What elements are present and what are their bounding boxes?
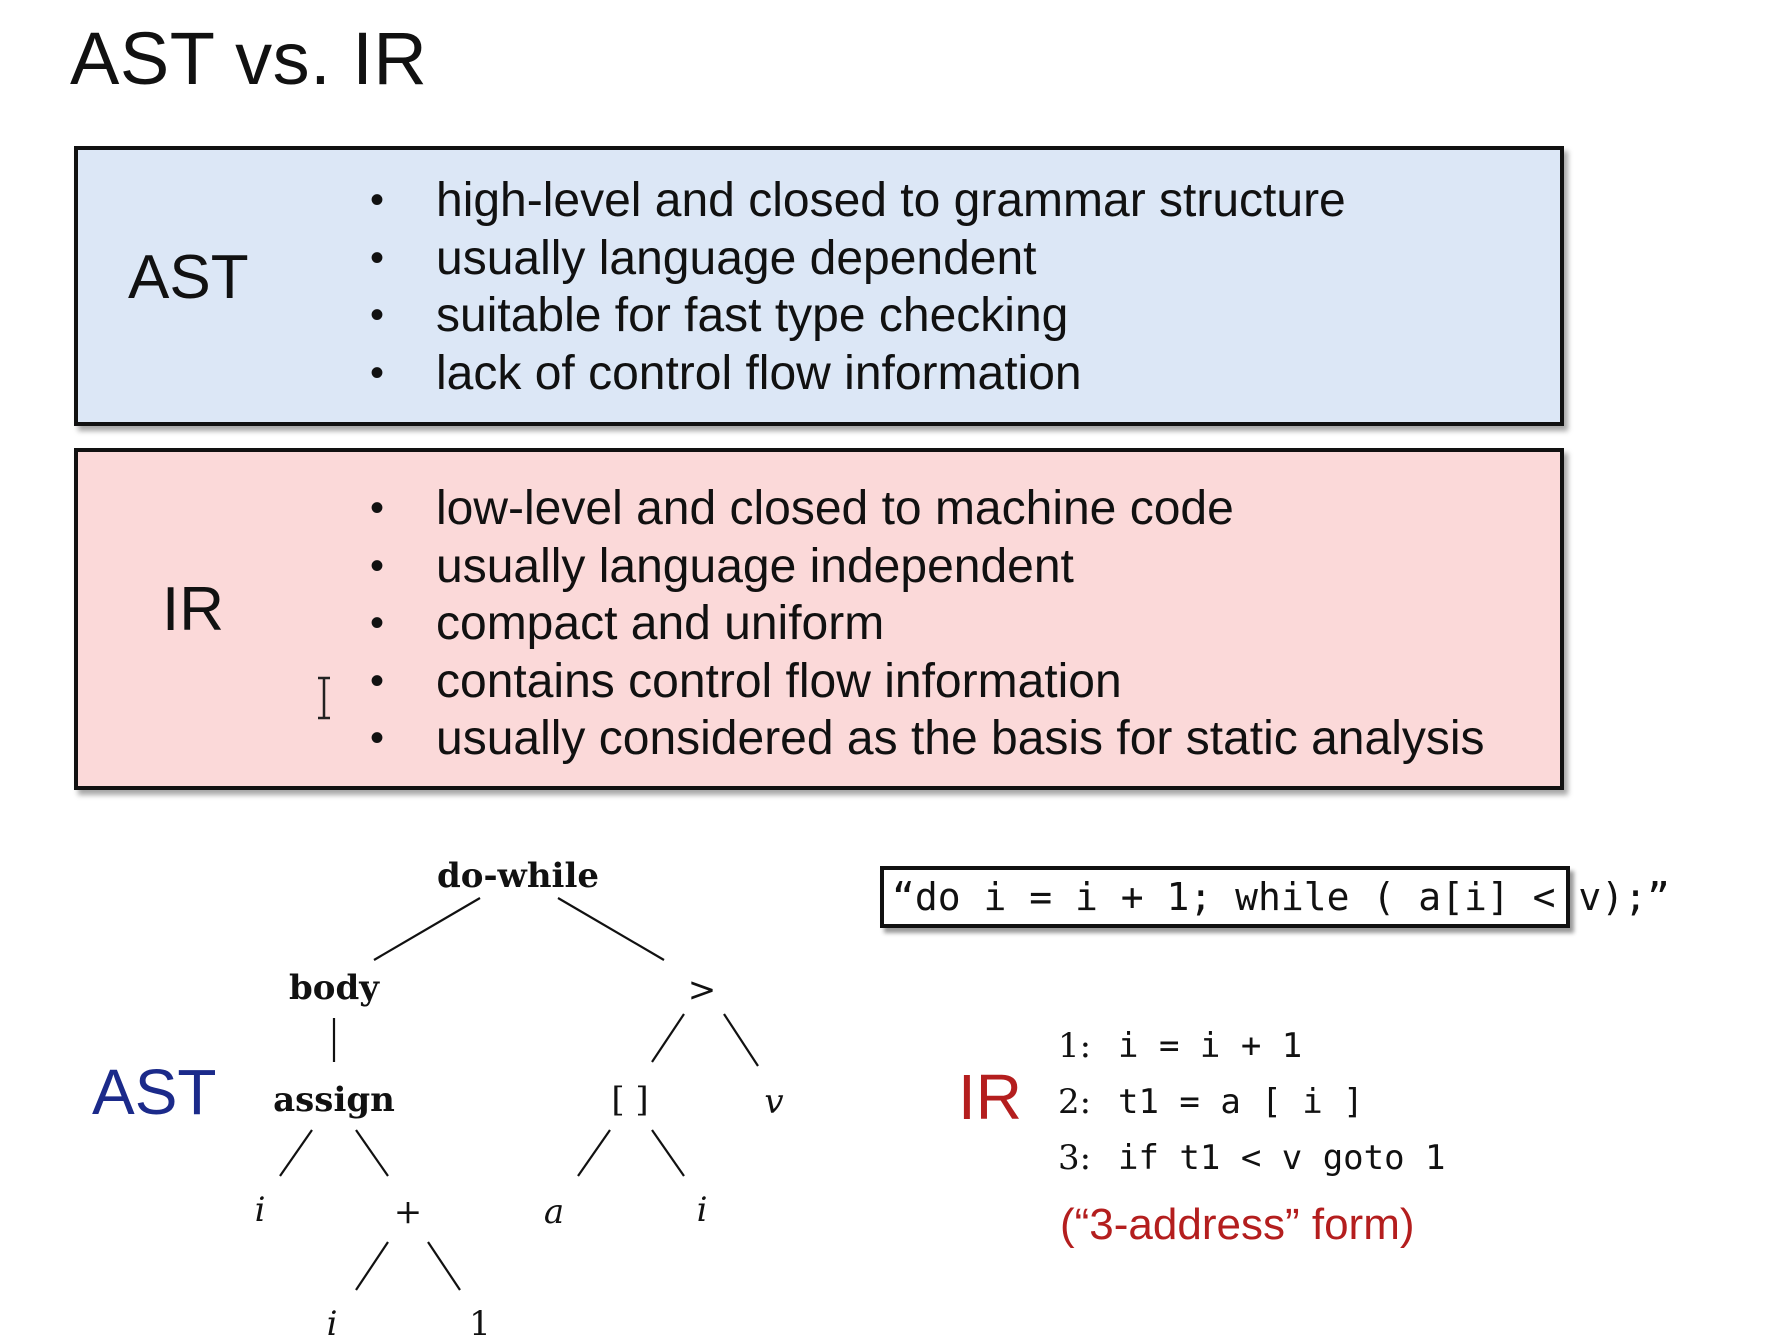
ir-line: 1: i = i + 1 [1058,1018,1446,1074]
edge-index-i [651,1129,685,1177]
source-code-box: “do i = i + 1; while ( a[i] < v);” [880,866,1670,928]
edge-index-a [577,1129,611,1177]
edge-gt-index [651,1013,685,1063]
ir-line: 2: t1 = a [ i ] [1058,1074,1446,1130]
ir-diagram-label: IR [958,1061,1022,1133]
tree-node-i: i [696,1190,708,1230]
ir-line-number: 1: [1058,1026,1092,1066]
ir-line-number: 3: [1058,1138,1092,1178]
edge-plus-one [427,1241,461,1291]
ir-line-code: t1 = a [ i ] [1118,1082,1364,1122]
ir-line-number: 2: [1058,1082,1092,1122]
tree-edges [279,897,759,1291]
ir-line-code: i = i + 1 [1118,1026,1303,1066]
edge-plus-i [355,1241,389,1291]
tree-node-plus: + [393,1192,423,1232]
tree-node-v: v [764,1082,784,1122]
tree-node-assign: assign [273,1080,395,1120]
ir-line: 3: if t1 < v goto 1 [1058,1130,1446,1186]
tree-node-i: i [326,1304,338,1344]
ast-tree-diagram: do-while body > assign [ ] v i + a i i 1 [0,0,1792,1344]
edge-root-gt [557,897,665,961]
edge-assign-i [279,1129,313,1177]
tree-node-do-while: do-while [436,856,600,896]
ir-line-code: if t1 < v goto 1 [1118,1138,1446,1178]
edge-assign-plus [355,1129,389,1177]
tree-node-gt: > [687,970,717,1010]
tree-node-body: body [289,968,379,1008]
tree-node-one: 1 [469,1304,491,1344]
tree-node-i: i [254,1190,266,1230]
tree-node-index: [ ] [611,1080,649,1120]
edge-gt-v [723,1013,759,1067]
ir-code-listing: 1: i = i + 1 2: t1 = a [ i ] 3: if t1 < v g… [1058,1018,1446,1186]
three-address-note: (“3-address” form) [1060,1200,1415,1249]
edge-root-body [373,897,481,961]
tree-node-a: a [543,1192,565,1232]
ast-diagram-label: AST [92,1056,217,1128]
